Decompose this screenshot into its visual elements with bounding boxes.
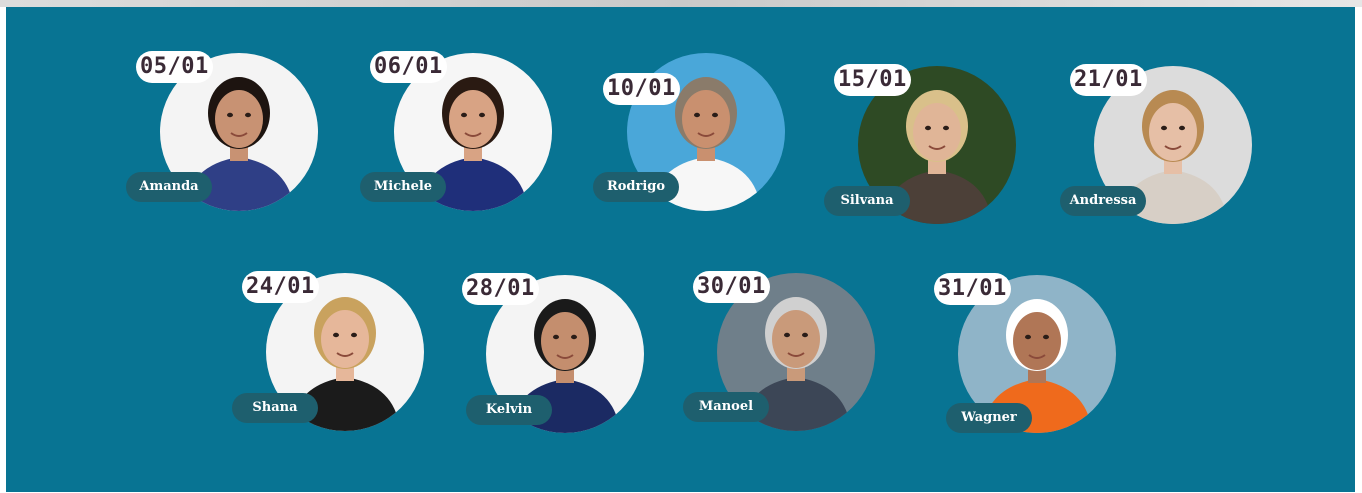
birthday-date: 30/01 <box>693 271 770 303</box>
eye-right <box>245 112 251 118</box>
birthday-card-rodrigo: 10/01 Rodrigo <box>593 49 793 219</box>
birthday-card-wagner: 31/01 Wagner <box>934 271 1144 441</box>
eye-left <box>1161 125 1167 131</box>
birthday-date: 21/01 <box>1070 64 1147 96</box>
eye-left <box>925 125 931 131</box>
birthday-card-michele: 06/01 Michele <box>360 49 560 219</box>
birthday-date: 15/01 <box>834 64 911 96</box>
eye-left <box>694 112 700 118</box>
eye-right <box>571 334 577 340</box>
person-name: Rodrigo <box>593 172 679 202</box>
eye-right <box>351 332 357 338</box>
birthday-card-silvana: 15/01 Silvana <box>824 62 1024 232</box>
eye-right <box>712 112 718 118</box>
face-shape <box>772 310 820 368</box>
eye-left <box>784 332 790 338</box>
birthday-date: 28/01 <box>462 273 539 305</box>
eye-left <box>461 112 467 118</box>
eye-left <box>553 334 559 340</box>
eye-right <box>1179 125 1185 131</box>
eye-left <box>1025 334 1031 340</box>
face-shape <box>449 90 497 148</box>
birthday-date: 24/01 <box>242 271 319 303</box>
birthday-date: 05/01 <box>136 51 213 83</box>
birthday-date: 06/01 <box>370 51 447 83</box>
top-border <box>0 0 1362 7</box>
face-shape <box>913 103 961 161</box>
birthday-date: 31/01 <box>934 273 1011 305</box>
eye-right <box>802 332 808 338</box>
person-name: Shana <box>232 393 318 423</box>
face-shape <box>1149 103 1197 161</box>
birthday-card-kelvin: 28/01 Kelvin <box>452 271 652 441</box>
person-name: Wagner <box>946 403 1032 433</box>
person-name: Michele <box>360 172 446 202</box>
face-shape <box>215 90 263 148</box>
birthday-card-andressa: 21/01 Andressa <box>1060 62 1260 232</box>
eye-left <box>333 332 339 338</box>
birthday-card-shana: 24/01 Shana <box>232 269 432 439</box>
birthday-panel: 05/01 Amanda 06/01 Michele 10/01 Rodrigo… <box>6 7 1355 492</box>
birthday-date: 10/01 <box>603 73 680 105</box>
face-shape <box>1013 312 1061 370</box>
face-shape <box>682 90 730 148</box>
birthday-card-manoel: 30/01 Manoel <box>683 269 883 439</box>
person-name: Silvana <box>824 186 910 216</box>
eye-right <box>479 112 485 118</box>
eye-right <box>943 125 949 131</box>
eye-left <box>227 112 233 118</box>
person-name: Amanda <box>126 172 212 202</box>
face-shape <box>321 310 369 368</box>
birthday-card-amanda: 05/01 Amanda <box>126 49 326 219</box>
person-name: Kelvin <box>466 395 552 425</box>
person-name: Manoel <box>683 392 769 422</box>
eye-right <box>1043 334 1049 340</box>
face-shape <box>541 312 589 370</box>
person-name: Andressa <box>1060 186 1146 216</box>
